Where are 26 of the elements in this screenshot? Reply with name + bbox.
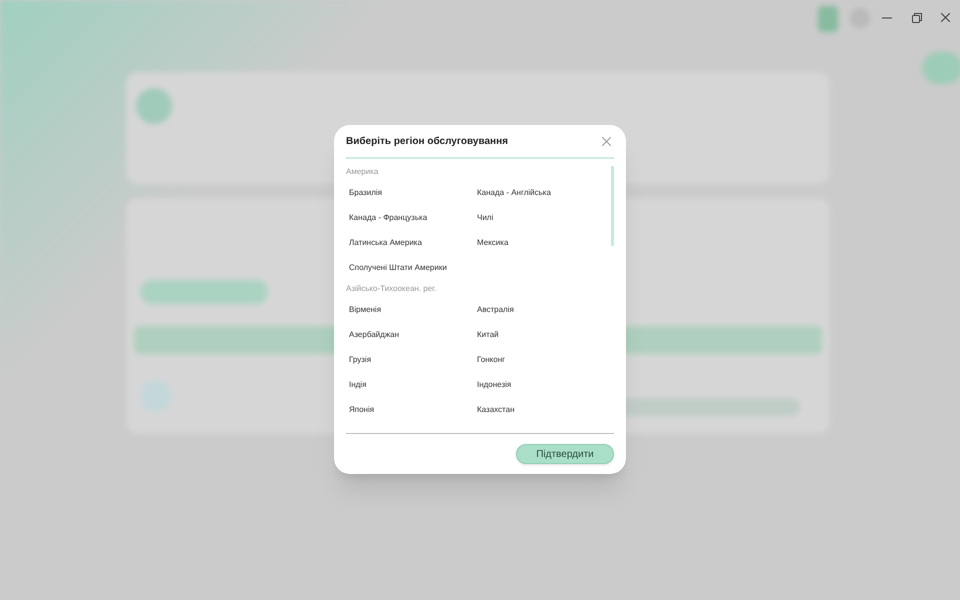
region-option[interactable]: Мексика [477, 236, 508, 248]
dialog-title: Виберіть регіон обслуговування [346, 135, 508, 149]
region-option[interactable]: Вірменія [349, 304, 382, 316]
close-icon[interactable] [602, 137, 611, 146]
region-option[interactable]: Китай [477, 328, 499, 340]
confirm-button[interactable]: Підтвердити [516, 444, 614, 464]
region-option[interactable]: Японія [349, 404, 374, 416]
scrollbar-thumb[interactable] [611, 166, 614, 246]
region-option[interactable]: Чилі [477, 212, 494, 224]
region-option[interactable]: Гонконг [477, 354, 506, 366]
minimize-icon[interactable] [882, 17, 892, 19]
region-option[interactable]: Латинська Америка [349, 236, 422, 248]
region-option[interactable]: Сполучені Штати Америки [349, 262, 447, 274]
region-option[interactable]: Казахстан [477, 404, 514, 416]
region-option[interactable]: Австралія [477, 304, 514, 316]
region-option[interactable]: Азербайджан [349, 328, 400, 340]
close-icon[interactable] [941, 13, 950, 22]
region-option[interactable]: Індонезія [477, 378, 512, 390]
section-heading: Америка [346, 166, 380, 178]
region-option[interactable]: Грузія [349, 354, 372, 366]
section-heading: Азійсько-Тихоокеан. рег. [346, 283, 438, 295]
region-option[interactable]: Канада - Французька [349, 212, 428, 224]
region-option[interactable]: Бразилія [349, 186, 382, 198]
region-option[interactable]: Канада - Англійська [477, 186, 551, 198]
restore-icon[interactable] [912, 13, 922, 23]
region-option[interactable]: Індія [349, 378, 366, 390]
